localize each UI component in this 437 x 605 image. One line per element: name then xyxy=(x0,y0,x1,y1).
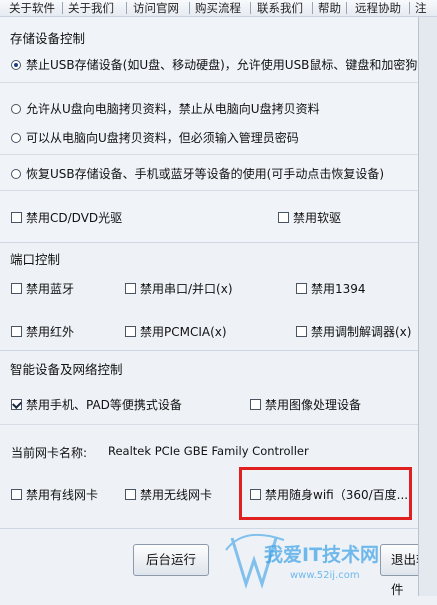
checkbox[interactable] xyxy=(278,212,289,223)
menu-about-software[interactable]: 关于软件 xyxy=(9,0,55,16)
disable-floppy-checkbox[interactable]: 禁用软驱 xyxy=(278,209,341,226)
storage-option-password[interactable]: 可以从电脑向U盘拷贝资料，但必须输入管理员密码 xyxy=(11,129,299,146)
checkbox-label: 禁用无线网卡 xyxy=(140,488,213,502)
storage-option-disable-usb[interactable]: 禁止USB存储设备(如U盘、移动硬盘)，允许使用USB鼠标、键盘和加密狗 xyxy=(11,56,417,73)
checkbox[interactable] xyxy=(296,326,307,337)
checkbox-label: 禁用CD/DVD光驱 xyxy=(26,211,123,225)
checkbox[interactable] xyxy=(296,283,307,294)
disable-modem-checkbox[interactable]: 禁用调制解调器(x) xyxy=(296,323,411,340)
disable-1394-checkbox[interactable]: 禁用1394 xyxy=(296,280,366,297)
menu-bar: 关于软件 关于我们 访问官网 购买流程 联系我们 帮助 远程协助 注 xyxy=(0,0,437,17)
checkbox-label: 禁用图像处理设备 xyxy=(265,398,362,412)
divider xyxy=(0,424,418,425)
checkbox[interactable] xyxy=(250,399,261,410)
checkbox-label: 禁用有线网卡 xyxy=(26,488,99,502)
menu-separator xyxy=(189,2,190,14)
checkbox[interactable] xyxy=(125,283,136,294)
menu-separator xyxy=(409,2,410,14)
disable-pcmcia-checkbox[interactable]: 禁用PCMCIA(x) xyxy=(125,323,227,340)
disable-infrared-checkbox[interactable]: 禁用红外 xyxy=(11,323,74,340)
menu-separator xyxy=(62,2,63,14)
checkbox-label: 禁用手机、PAD等便携式设备 xyxy=(26,398,182,412)
menu-remote-assist[interactable]: 远程协助 xyxy=(355,0,401,16)
ports-section-title: 端口控制 xyxy=(10,252,61,267)
divider xyxy=(0,154,418,155)
highlight-annotation-box xyxy=(239,467,412,520)
checkbox-label: 禁用软驱 xyxy=(293,211,342,225)
watermark-text: 我爱IT技术网 xyxy=(264,544,380,566)
disable-cd-dvd-checkbox[interactable]: 禁用CD/DVD光驱 xyxy=(11,209,122,226)
checkbox-label: 禁用PCMCIA(x) xyxy=(140,325,227,339)
run-in-background-button[interactable]: 后台运行 xyxy=(133,544,209,576)
radio-button[interactable] xyxy=(11,132,21,143)
checkbox[interactable] xyxy=(11,212,22,223)
menu-separator xyxy=(346,2,347,14)
watermark: 我爱IT技术网 www.52ij.com xyxy=(224,520,424,596)
menu-separator xyxy=(126,2,127,14)
menu-register[interactable]: 注 xyxy=(415,0,427,16)
disable-imaging-checkbox[interactable]: 禁用图像处理设备 xyxy=(250,396,361,413)
divider xyxy=(0,190,418,191)
menu-purchase[interactable]: 购买流程 xyxy=(195,0,241,16)
disable-wired-nic-checkbox[interactable]: 禁用有线网卡 xyxy=(11,486,98,503)
divider xyxy=(0,82,418,83)
disable-phone-pad-checkbox[interactable]: 禁用手机、PAD等便携式设备 xyxy=(11,396,182,413)
radio-button-checked[interactable] xyxy=(11,59,21,70)
checkbox[interactable] xyxy=(11,489,22,500)
menu-separator xyxy=(250,2,251,14)
adjacent-panel-edge xyxy=(418,17,437,596)
checkbox-label: 禁用1394 xyxy=(311,282,366,296)
disable-bluetooth-checkbox[interactable]: 禁用蓝牙 xyxy=(11,280,74,297)
radio-button[interactable] xyxy=(11,168,21,179)
menu-about-us[interactable]: 关于我们 xyxy=(68,0,114,16)
menu-help[interactable]: 帮助 xyxy=(318,0,341,16)
menu-separator xyxy=(312,2,313,14)
option-label: 允许从U盘向电脑拷贝资料，禁止从电脑向U盘拷贝资料 xyxy=(26,102,320,116)
storage-option-usb-to-pc[interactable]: 允许从U盘向电脑拷贝资料，禁止从电脑向U盘拷贝资料 xyxy=(11,100,320,117)
nic-name-value: Realtek PCIe GBE Family Controller xyxy=(108,444,309,458)
checkbox-label: 禁用蓝牙 xyxy=(26,282,75,296)
checkbox[interactable] xyxy=(11,326,22,337)
option-label: 恢复USB存储设备、手机或蓝牙等设备的使用(可手动点击恢复设备) xyxy=(26,167,384,181)
disable-wireless-nic-checkbox[interactable]: 禁用无线网卡 xyxy=(125,486,212,503)
storage-section-title: 存储设备控制 xyxy=(10,31,86,46)
radio-button[interactable] xyxy=(11,103,21,114)
disable-serial-parallel-checkbox[interactable]: 禁用串口/并口(x) xyxy=(125,280,233,297)
checkbox[interactable] xyxy=(125,326,136,337)
menu-visit-site[interactable]: 访问官网 xyxy=(133,0,179,16)
watermark-url: www.52ij.com xyxy=(290,570,360,581)
checkbox-label: 禁用红外 xyxy=(26,325,75,339)
checkbox-checked[interactable] xyxy=(11,399,22,410)
smart-section-title: 智能设备及网络控制 xyxy=(10,362,123,377)
checkbox[interactable] xyxy=(11,283,22,294)
checkbox[interactable] xyxy=(125,489,136,500)
nic-name-label: 当前网卡名称: xyxy=(11,446,88,460)
option-label: 禁止USB存储设备(如U盘、移动硬盘)，允许使用USB鼠标、键盘和加密狗 xyxy=(26,58,418,72)
checkbox-label: 禁用串口/并口(x) xyxy=(140,282,233,296)
storage-option-restore[interactable]: 恢复USB存储设备、手机或蓝牙等设备的使用(可手动点击恢复设备) xyxy=(11,165,384,182)
checkbox-label: 禁用调制解调器(x) xyxy=(311,325,412,339)
option-label: 可以从电脑向U盘拷贝资料，但必须输入管理员密码 xyxy=(26,131,299,145)
menu-contact[interactable]: 联系我们 xyxy=(257,0,303,16)
